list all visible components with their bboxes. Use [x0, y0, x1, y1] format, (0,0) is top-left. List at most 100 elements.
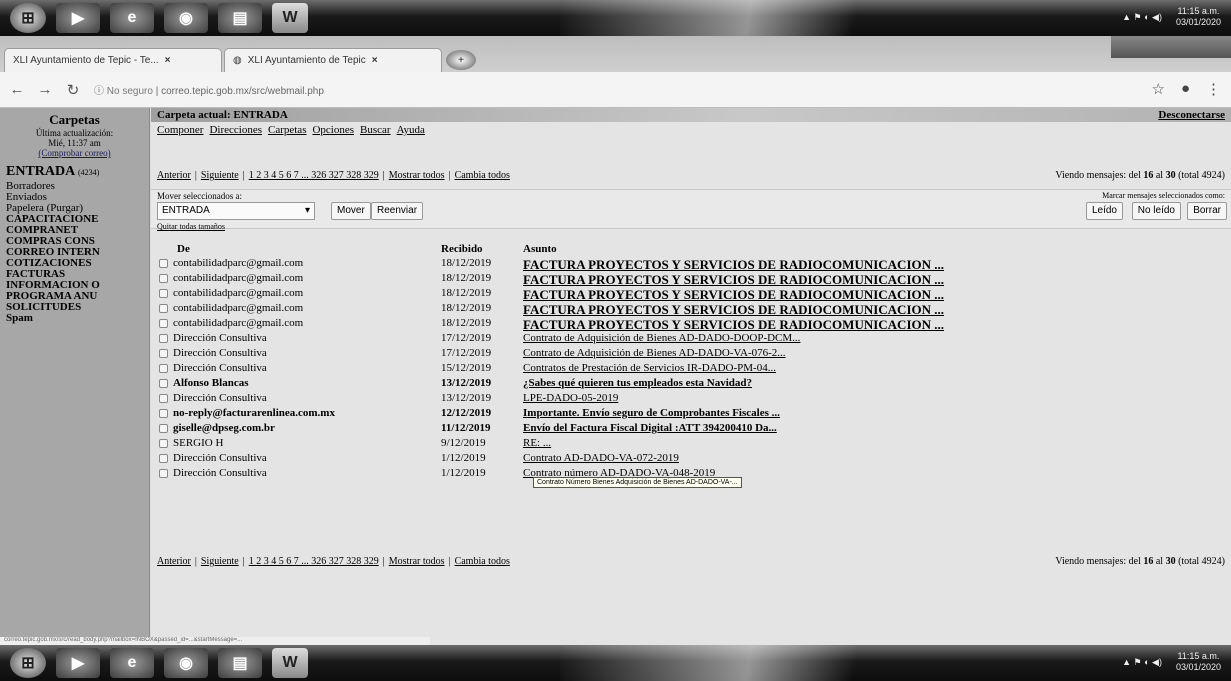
message-row[interactable]: Alfonso Blancas 13/12/2019 ¿Sabes qué quie… — [151, 376, 1231, 391]
folder-item[interactable]: SOLICITUDES — [6, 302, 145, 313]
row-checkbox[interactable] — [159, 424, 168, 433]
mark-unread-button[interactable]: No leído — [1131, 202, 1181, 220]
row-checkbox[interactable] — [159, 409, 168, 418]
chrome-icon[interactable]: ◉ — [164, 3, 208, 33]
row-checkbox[interactable] — [159, 259, 168, 268]
message-subject-link[interactable]: Contrato de Adquisición de Bienes AD-DAD… — [523, 347, 786, 359]
menu-options[interactable]: Opciones — [312, 124, 354, 136]
window-controls[interactable] — [1111, 36, 1231, 58]
prev-link[interactable]: Anterior — [157, 170, 191, 181]
menu-compose[interactable]: Componer — [157, 124, 203, 136]
back-arrow-icon[interactable]: ← — [6, 81, 28, 98]
message-row[interactable]: contabilidadparc@gmail.com 18/12/2019 FACT… — [151, 286, 1231, 302]
delete-button[interactable]: Borrar — [1187, 202, 1227, 220]
next-link[interactable]: Siguiente — [201, 170, 239, 181]
move-folder-select[interactable]: ENTRADA ▾ — [157, 202, 315, 220]
folder-item[interactable]: PROGRAMA ANU — [6, 291, 145, 302]
message-subject-link[interactable]: Contratos de Prestación de Servicios IR-… — [523, 362, 776, 374]
browser-tab-1[interactable]: XLI Ayuntamiento de Tepic - Te... × — [4, 48, 222, 72]
row-checkbox[interactable] — [159, 289, 168, 298]
internet-explorer-icon[interactable]: e — [110, 648, 154, 678]
page-links[interactable]: 1 2 3 4 5 6 7 ... 326 327 328 329 — [249, 170, 379, 181]
message-subject-link[interactable]: RE: ... — [523, 437, 551, 449]
row-checkbox[interactable] — [159, 469, 168, 478]
logout-link[interactable]: Desconectarse — [1158, 109, 1225, 121]
message-row[interactable]: Dirección Consultiva 13/12/2019 LPE-DADO-0… — [151, 391, 1231, 406]
col-from[interactable]: De — [177, 243, 190, 255]
show-all-link[interactable]: Mostrar todos — [389, 170, 445, 181]
network-icon[interactable]: ▲ ⚑ ◐ ◀) — [1122, 12, 1162, 23]
page-links[interactable]: 1 2 3 4 5 6 7 ... 326 327 328 329 — [249, 556, 379, 567]
close-icon[interactable]: × — [372, 55, 378, 66]
message-subject-link[interactable]: Contrato de Adquisición de Bienes AD-DAD… — [523, 332, 800, 344]
reload-icon[interactable]: ↻ — [62, 81, 84, 99]
message-subject-link[interactable]: Contrato AD-DADO-VA-072-2019 — [523, 452, 679, 464]
mark-read-button[interactable]: Leído — [1085, 202, 1123, 220]
chrome-icon[interactable]: ◉ — [164, 648, 208, 678]
folder-item[interactable]: Borradores — [6, 181, 145, 192]
menu-icon[interactable]: ⋮ — [1206, 80, 1221, 98]
url-field[interactable]: ⓘ No seguro | correo.tepic.gob.mx/src/we… — [94, 82, 324, 97]
folder-inbox[interactable]: ENTRADA (4234) — [6, 164, 145, 181]
message-row[interactable]: Dirección Consultiva 1/12/2019 Contrato AD… — [151, 451, 1231, 466]
row-checkbox[interactable] — [159, 349, 168, 358]
toggle-all-link[interactable]: Cambia todos — [455, 556, 510, 567]
message-row[interactable]: contabilidadparc@gmail.com 18/12/2019 FACT… — [151, 301, 1231, 317]
check-mail-link[interactable]: (Comprobar correo) — [38, 148, 110, 158]
clock[interactable]: 11:15 a.m. 03/01/2020 — [1176, 651, 1221, 673]
media-player-icon[interactable]: ▶ — [56, 3, 100, 33]
message-row[interactable]: contabilidadparc@gmail.com 18/12/2019 FACT… — [151, 316, 1231, 332]
clear-selection-link[interactable]: Quitar todas tamaños — [157, 222, 225, 231]
network-icon[interactable]: ▲ ⚑ ◐ ◀) — [1122, 657, 1162, 668]
folder-item[interactable]: COMPRANET — [6, 225, 145, 236]
word-icon[interactable]: W — [272, 648, 308, 678]
file-explorer-icon[interactable]: ▤ — [218, 3, 262, 33]
prev-link[interactable]: Anterior — [157, 556, 191, 567]
col-received[interactable]: Recibido — [441, 243, 483, 255]
folder-item[interactable]: INFORMACION O — [6, 280, 145, 291]
row-checkbox[interactable] — [159, 274, 168, 283]
row-checkbox[interactable] — [159, 304, 168, 313]
show-all-link[interactable]: Mostrar todos — [389, 556, 445, 567]
menu-folders[interactable]: Carpetas — [268, 124, 306, 136]
start-button[interactable]: ⊞ — [10, 648, 46, 678]
message-row[interactable]: SERGIO H 9/12/2019 RE: ... — [151, 436, 1231, 451]
message-subject-link[interactable]: Envío del Factura Fiscal Digital :ATT 39… — [523, 422, 777, 434]
menu-search[interactable]: Buscar — [360, 124, 391, 136]
message-row[interactable]: contabilidadparc@gmail.com 18/12/2019 FACT… — [151, 271, 1231, 287]
toggle-all-link[interactable]: Cambia todos — [455, 170, 510, 181]
browser-tab-2[interactable]: ◍ XLI Ayuntamiento de Tepic × — [224, 48, 442, 72]
row-checkbox[interactable] — [159, 394, 168, 403]
message-row[interactable]: contabilidadparc@gmail.com 18/12/2019 FACT… — [151, 256, 1231, 272]
folder-item[interactable]: CORREO INTERN — [6, 247, 145, 258]
message-subject-link[interactable]: LPE-DADO-05-2019 — [523, 392, 618, 404]
next-link[interactable]: Siguiente — [201, 556, 239, 567]
internet-explorer-icon[interactable]: e — [110, 3, 154, 33]
folder-item[interactable]: COTIZACIONES — [6, 258, 145, 269]
message-row[interactable]: Dirección Consultiva 17/12/2019 Contrato d… — [151, 331, 1231, 346]
info-icon[interactable]: ⓘ — [94, 86, 104, 97]
row-checkbox[interactable] — [159, 334, 168, 343]
folder-item[interactable]: Spam — [6, 313, 145, 324]
folder-item[interactable]: Enviados — [6, 192, 145, 203]
row-checkbox[interactable] — [159, 379, 168, 388]
row-checkbox[interactable] — [159, 454, 168, 463]
message-subject-link[interactable]: ¿Sabes qué quieren tus empleados esta Na… — [523, 377, 752, 389]
message-subject-link[interactable]: Importante. Envío seguro de Comprobantes… — [523, 407, 780, 419]
new-tab-button[interactable]: + — [446, 50, 476, 70]
message-row[interactable]: Dirección Consultiva 17/12/2019 Contrato d… — [151, 346, 1231, 361]
folder-item[interactable]: COMPRAS CONS — [6, 236, 145, 247]
close-icon[interactable]: × — [165, 55, 171, 66]
file-explorer-icon[interactable]: ▤ — [218, 648, 262, 678]
forward-arrow-icon[interactable]: → — [34, 81, 56, 98]
folder-item[interactable]: FACTURAS — [6, 269, 145, 280]
message-row[interactable]: Dirección Consultiva 15/12/2019 Contratos … — [151, 361, 1231, 376]
col-subject[interactable]: Asunto — [523, 243, 557, 255]
star-icon[interactable]: ☆ — [1151, 80, 1164, 98]
folder-item[interactable]: CAPACITACIONE — [6, 214, 145, 225]
menu-addresses[interactable]: Direcciones — [209, 124, 262, 136]
word-icon[interactable]: W — [272, 3, 308, 33]
forward-button[interactable]: Reenviar — [371, 202, 424, 220]
account-icon[interactable]: ● — [1181, 80, 1190, 98]
row-checkbox[interactable] — [159, 319, 168, 328]
